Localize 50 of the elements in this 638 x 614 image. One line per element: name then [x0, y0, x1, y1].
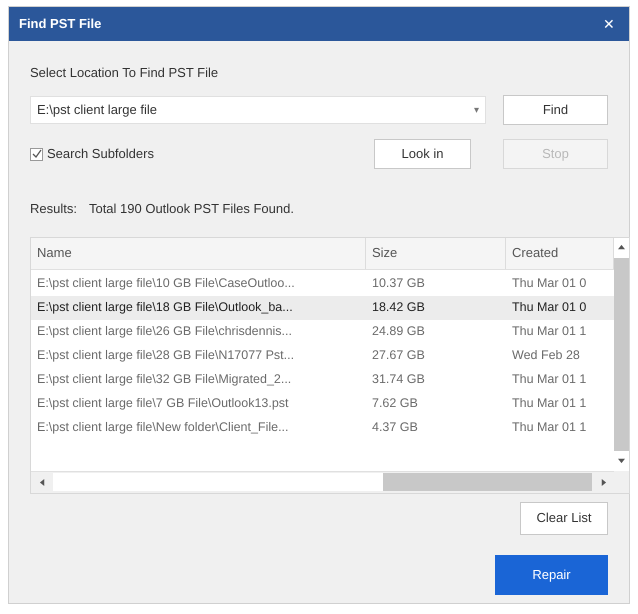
- table-row[interactable]: E:\pst client large file\7 GB File\Outlook13.pst 7.62 GB Thu Mar 01 1: [31, 392, 614, 416]
- table-cell-text: 27.67 GB: [371, 347, 426, 364]
- column-header[interactable]: Size: [366, 238, 506, 268]
- column-header[interactable]: Name: [31, 238, 366, 268]
- table-row[interactable]: E:\pst client large file\32 GB File\Migrated_2... 31.74 GB Thu Mar 01 1: [31, 368, 614, 392]
- table-cell-text: Thu Mar 01 1: [511, 419, 588, 436]
- table-row[interactable]: E:\pst client large file\18 GB File\Outlook_ba... 18.42 GB Thu Mar 01 0: [31, 296, 614, 320]
- table-row[interactable]: E:\pst client large file\New folder\Client_File... 4.37 GB Thu Mar 01 1: [31, 416, 614, 440]
- close-button[interactable]: ✕: [599, 14, 619, 34]
- location-label: Select Location To Find PST File: [30, 64, 220, 81]
- search-subfolders-checkbox[interactable]: Search Subfolders: [30, 144, 154, 164]
- table-cell-text: E:\pst client large file\26 GB File\chrisdennis...: [36, 323, 293, 340]
- table-cell-text: Wed Feb 28: [511, 347, 581, 364]
- table-cell-text: 18.42 GB: [371, 299, 426, 316]
- scroll-down-icon[interactable]: [618, 457, 625, 464]
- table-cell-text: E:\pst client large file\10 GB File\CaseOutloo...: [36, 275, 296, 292]
- table-cell-text: 10.37 GB: [371, 275, 426, 292]
- repair-button[interactable]: Repair: [495, 554, 608, 594]
- table-cell-text: E:\pst client large file\7 GB File\Outlook13.pst: [36, 395, 290, 412]
- table-cell-text: E:\pst client large file\32 GB File\Migrated_2...: [36, 371, 292, 388]
- checkbox[interactable]: [30, 148, 43, 160]
- scrollbar-thumb[interactable]: [53, 473, 383, 491]
- look-in-button[interactable]: Look in: [374, 139, 471, 169]
- results-label: Results:: [30, 200, 77, 218]
- table-cell-text: Thu Mar 01 0: [511, 275, 588, 292]
- table-row[interactable]: E:\pst client large file\10 GB File\CaseOutloo... 10.37 GB Thu Mar 01 0: [31, 272, 614, 296]
- table-cell-text: 7.62 GB: [371, 395, 419, 412]
- table-cell-text: 4.37 GB: [371, 419, 419, 436]
- horizontal-scrollbar[interactable]: [31, 470, 614, 492]
- table-row[interactable]: E:\pst client large file\28 GB File\N17077 Pst... 27.67 GB Wed Feb 28: [31, 344, 614, 368]
- scroll-left-icon[interactable]: [38, 478, 46, 486]
- table-cell-text: 24.89 GB: [371, 323, 426, 340]
- table-cell-text: Thu Mar 01 1: [511, 395, 588, 412]
- table-cell-text: E:\pst client large file\28 GB File\N17077 Pst...: [36, 347, 296, 364]
- table-row[interactable]: E:\pst client large file\26 GB File\chrisdennis... 24.89 GB Thu Mar 01 1: [31, 320, 614, 344]
- scroll-up-icon[interactable]: [618, 244, 625, 251]
- clear-list-button[interactable]: Clear List: [520, 502, 608, 534]
- scroll-right-icon[interactable]: [600, 478, 606, 486]
- window-title: Find PST File: [19, 15, 102, 34]
- table-cell-text: E:\pst client large file\New folder\Client_File...: [36, 419, 290, 436]
- results-text: Total 190 Outlook PST Files Found.: [88, 200, 294, 218]
- table-cell-text: Thu Mar 01 0: [511, 299, 588, 316]
- location-dropdown[interactable]: E:\pst client large file ▾: [30, 96, 486, 124]
- table-cell-text: Thu Mar 01 1: [511, 371, 588, 388]
- table-cell-text: 31.74 GB: [371, 371, 426, 388]
- table-cell-text: E:\pst client large file\18 GB File\Outlook_ba...: [36, 299, 294, 316]
- find-button[interactable]: Find: [503, 95, 608, 125]
- vertical-scrollbar[interactable]: [614, 238, 629, 492]
- caret-icon: ▾: [474, 102, 479, 118]
- table-cell-text: Thu Mar 01 1: [511, 323, 588, 340]
